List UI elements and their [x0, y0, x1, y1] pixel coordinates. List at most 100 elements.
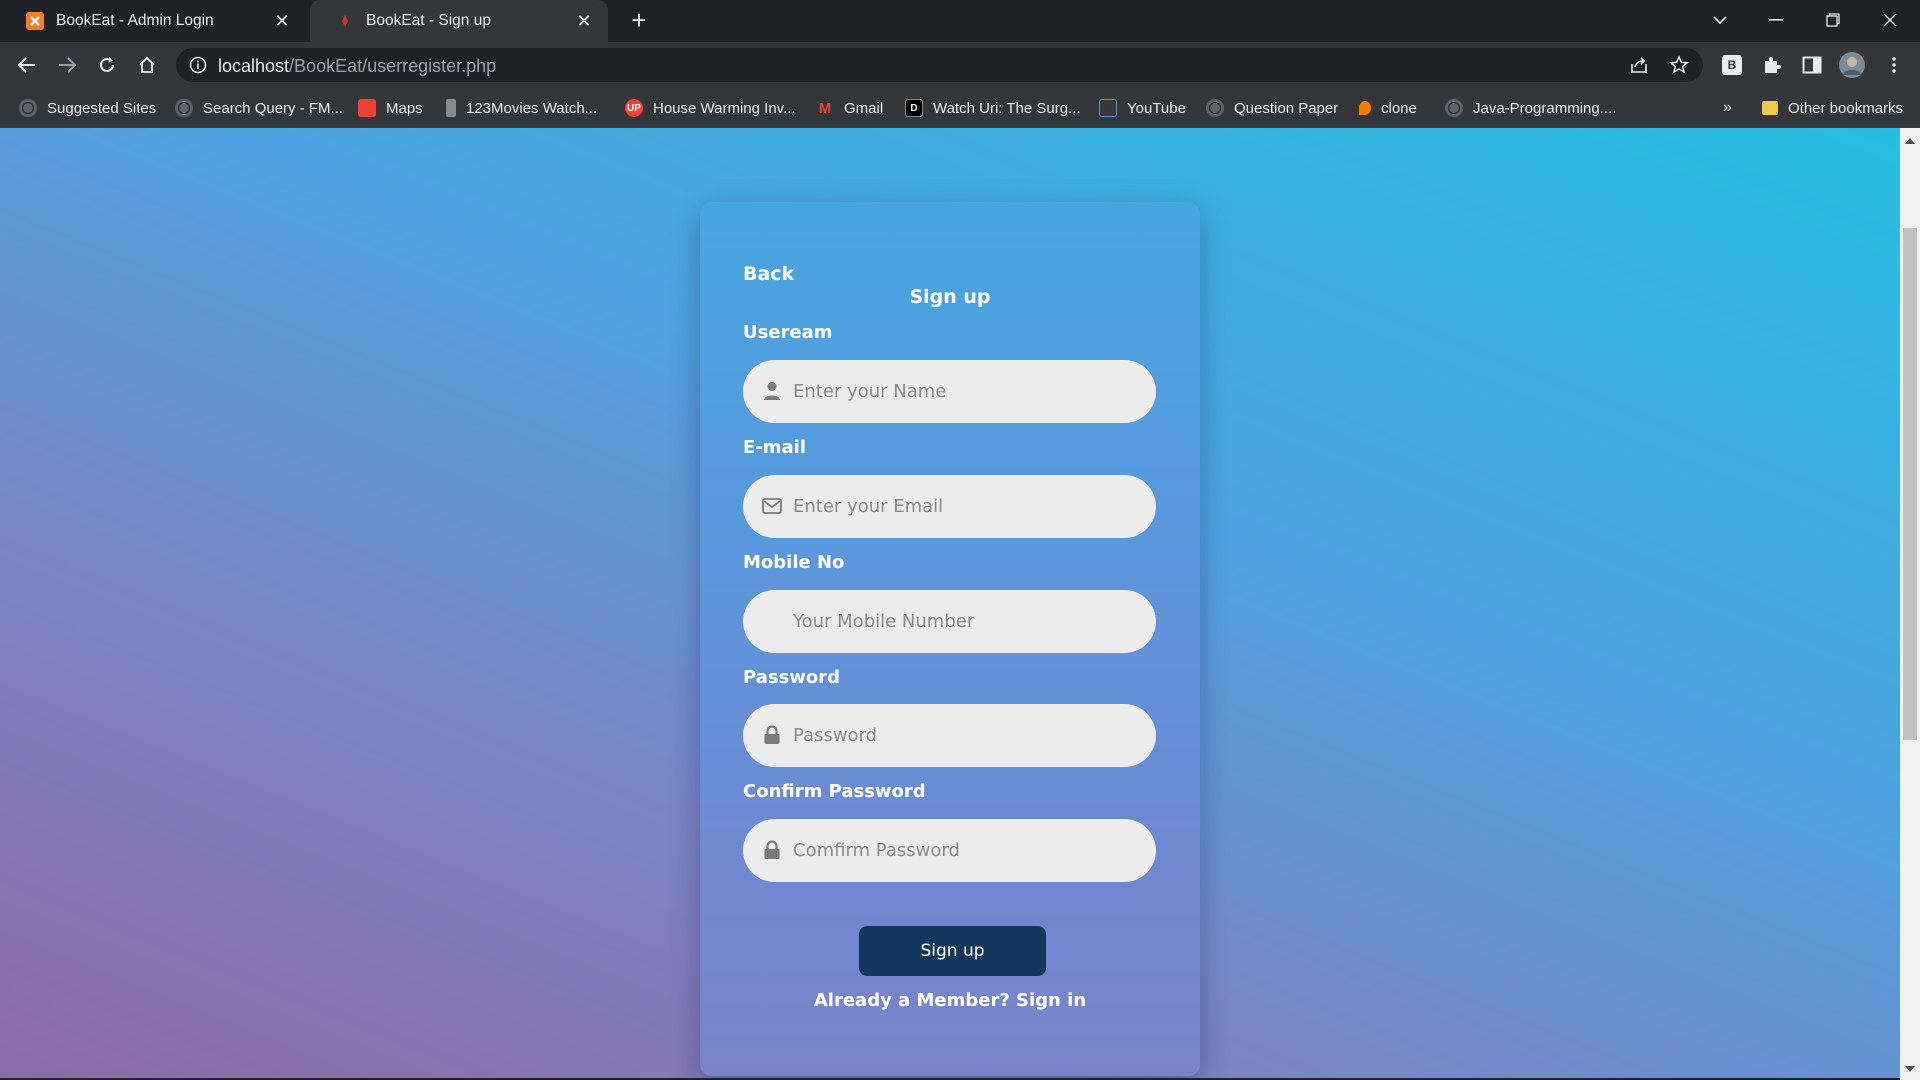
- envelope-icon: [761, 495, 783, 517]
- bookmark-gmail[interactable]: M Gmail: [816, 97, 883, 119]
- restore-icon[interactable]: [1805, 0, 1861, 40]
- bookmarks-overflow-button[interactable]: »: [1723, 97, 1732, 119]
- page-viewport: Back Sign up Useream E-mail Mobile No Pa…: [0, 128, 1900, 1078]
- bookmark-question-paper[interactable]: Question Paper: [1206, 97, 1338, 119]
- scroll-up-arrow-icon[interactable]: [1905, 138, 1915, 144]
- bookmark-label: Question Paper: [1234, 99, 1339, 117]
- side-panel-icon[interactable]: [1796, 49, 1828, 81]
- bookmark-suggested-sites[interactable]: Suggested Sites: [19, 97, 156, 119]
- pin-icon: [1359, 101, 1371, 115]
- email-label: E-mail: [743, 437, 807, 458]
- globe-icon: [1206, 99, 1224, 117]
- bookmark-house-warming[interactable]: UP House Warming Inv...: [625, 97, 796, 119]
- user-icon: [761, 380, 783, 402]
- signup-card: Back Sign up Useream E-mail Mobile No Pa…: [700, 202, 1200, 1076]
- folder-icon: [1762, 101, 1778, 115]
- confirm-password-input[interactable]: [793, 819, 1133, 882]
- username-input[interactable]: [793, 360, 1133, 423]
- globe-icon: [19, 99, 37, 117]
- bookmark-label: clone: [1381, 99, 1417, 117]
- bookmark-label: YouTube: [1127, 99, 1186, 117]
- browser-toolbar: localhost/BookEat/userregister.php B: [0, 42, 1920, 88]
- bookmark-label: Watch Uri: The Surg...: [933, 99, 1081, 117]
- bookmark-label: Maps: [386, 99, 423, 117]
- share-icon[interactable]: [1628, 54, 1650, 76]
- bookmark-label: 123Movies Watch...: [466, 99, 598, 117]
- back-link[interactable]: Back: [743, 263, 794, 285]
- signin-link[interactable]: Already a Member? Sign in: [700, 990, 1200, 1011]
- extension-b-label: B: [1722, 55, 1742, 75]
- overflow-chevron-icon: »: [1723, 99, 1732, 116]
- profile-avatar[interactable]: [1836, 49, 1868, 81]
- bookmark-label: House Warming Inv...: [653, 99, 796, 117]
- scroll-down-arrow-icon[interactable]: [1905, 1066, 1915, 1072]
- bookmark-123movies[interactable]: 123Movies Watch...: [446, 97, 597, 119]
- mobile-input[interactable]: [793, 590, 1133, 653]
- extension-b-icon[interactable]: B: [1716, 49, 1748, 81]
- bookmark-label: Suggested Sites: [47, 99, 157, 117]
- bookmark-watch-uri[interactable]: D Watch Uri: The Surg...: [905, 97, 1081, 119]
- reload-icon[interactable]: [91, 49, 123, 81]
- bookmarks-bar: Suggested Sites Search Query - FM... Map…: [0, 88, 1920, 128]
- forward-arrow-icon[interactable]: [51, 49, 83, 81]
- back-arrow-icon[interactable]: [11, 49, 43, 81]
- close-tab-icon[interactable]: ✕: [574, 11, 594, 31]
- username-label: Useream: [743, 322, 833, 343]
- close-window-icon[interactable]: [1862, 0, 1918, 40]
- tab-title: BookEat - Sign up: [366, 12, 491, 29]
- extensions-puzzle-icon[interactable]: [1756, 49, 1788, 81]
- email-input[interactable]: [793, 475, 1133, 538]
- bookmark-star-icon[interactable]: [1668, 54, 1690, 76]
- password-field[interactable]: [743, 704, 1156, 767]
- gmail-icon: M: [818, 99, 832, 117]
- bookmark-label: Gmail: [844, 99, 884, 117]
- page-favicon-icon: [336, 12, 354, 30]
- bookmark-maps[interactable]: Maps: [358, 97, 423, 119]
- tab-admin-login[interactable]: BookEat - Admin Login ✕: [0, 0, 306, 42]
- globe-icon: [1445, 99, 1463, 117]
- mobile-field[interactable]: [743, 590, 1156, 653]
- more-menu-icon[interactable]: [1878, 49, 1910, 81]
- maps-icon: [358, 99, 376, 117]
- bookmark-java-programming[interactable]: Java-Programming....: [1445, 97, 1616, 119]
- tab-search-icon[interactable]: [1692, 0, 1748, 40]
- bookmark-youtube[interactable]: YouTube: [1099, 97, 1186, 119]
- page-scrollbar[interactable]: [1900, 128, 1920, 1080]
- confirm-password-field[interactable]: [743, 819, 1156, 882]
- url-path: /BookEat/userregister.php: [289, 56, 497, 76]
- mobile-label: Mobile No: [743, 552, 845, 573]
- email-field[interactable]: [743, 475, 1156, 538]
- tab-strip: BookEat - Admin Login ✕ BookEat - Sign u…: [0, 0, 1920, 42]
- password-input[interactable]: [793, 704, 1133, 767]
- bookmark-label: Other bookmarks: [1788, 99, 1904, 117]
- bookmark-label: Java-Programming....: [1473, 99, 1617, 117]
- username-field[interactable]: [743, 360, 1156, 423]
- url-text: localhost/BookEat/userregister.php: [218, 56, 496, 77]
- youtube-icon: [1099, 99, 1117, 117]
- site-info-icon[interactable]: [188, 55, 208, 75]
- lock-icon: [761, 839, 783, 861]
- address-bar[interactable]: localhost/BookEat/userregister.php: [176, 48, 1703, 82]
- tab-title: BookEat - Admin Login: [56, 12, 214, 29]
- new-tab-button[interactable]: +: [625, 5, 653, 35]
- globe-icon: [175, 99, 193, 117]
- d-icon: D: [905, 99, 923, 117]
- bookmark-search-query[interactable]: Search Query - FM...: [175, 97, 343, 119]
- password-label: Password: [743, 667, 841, 688]
- minimize-icon[interactable]: [1748, 0, 1804, 40]
- scrollbar-thumb[interactable]: [1903, 228, 1917, 740]
- other-bookmarks-folder[interactable]: Other bookmarks: [1762, 97, 1903, 119]
- signup-button[interactable]: Sign up: [859, 926, 1046, 976]
- page-title: Sign up: [909, 286, 991, 308]
- home-icon[interactable]: [131, 49, 163, 81]
- confirm-password-label: Confirm Password: [743, 781, 926, 802]
- close-tab-icon[interactable]: ✕: [272, 11, 292, 31]
- lock-icon: [761, 724, 783, 746]
- bookmark-clone[interactable]: clone: [1359, 97, 1417, 119]
- xampp-icon: [26, 12, 44, 30]
- bookmark-label: Search Query - FM...: [203, 99, 344, 117]
- url-host: localhost: [218, 56, 290, 76]
- tab-sign-up[interactable]: BookEat - Sign up ✕: [310, 0, 608, 42]
- film-icon: [446, 99, 456, 117]
- up-icon: UP: [625, 99, 643, 117]
